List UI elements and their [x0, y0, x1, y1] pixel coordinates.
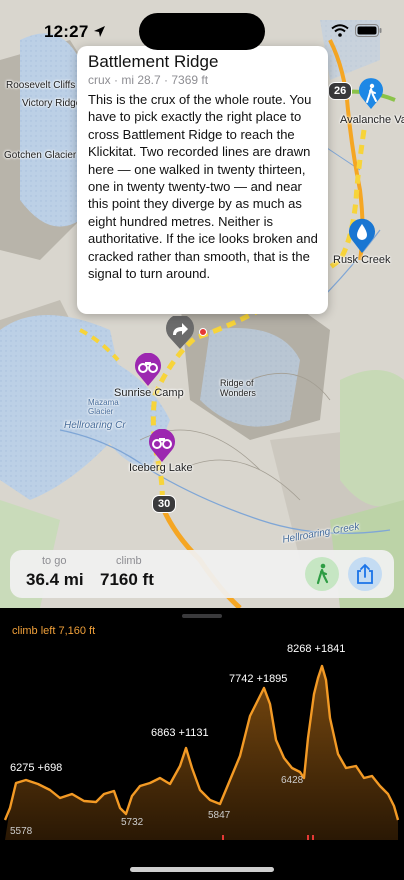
to-go-stat: to go 36.4 mi [26, 555, 84, 590]
status-time: 12:27 [44, 22, 106, 42]
climb-label: climb [116, 555, 142, 567]
card-description: This is the crux of the whole route. You… [88, 92, 318, 282]
dynamic-island [139, 13, 265, 50]
to-go-value: 36.4 mi [26, 570, 84, 589]
map-label-ridge-of-wonders: Ridge of Wonders [220, 378, 256, 398]
peak-label: 8268 +1841 [287, 643, 345, 655]
hiker-icon [316, 563, 329, 585]
low-label: 6428 [281, 775, 304, 786]
home-indicator[interactable] [130, 867, 274, 872]
waypoint-info-card[interactable]: Battlement Ridge crux · mi 28.7 · 7369 f… [77, 46, 328, 314]
card-title: Battlement Ridge [88, 52, 219, 71]
elevation-area [5, 666, 398, 840]
position-tick [307, 835, 309, 840]
battery-icon [355, 24, 382, 37]
peak-label: 7742 +1895 [229, 673, 287, 685]
status-bar: 12:27 [0, 0, 404, 54]
elevation-panel[interactable]: climb left 7,160 ft 6275 +698 6863 +1131… [0, 608, 404, 880]
map-label-avalanche: Avalanche Va [340, 114, 404, 126]
hiker-icon[interactable] [357, 78, 385, 115]
app-screen: Roosevelt Cliffs Victory Ridge Gotchen G… [0, 0, 404, 880]
turn-arrow-icon[interactable] [164, 314, 196, 355]
low-label: 5578 [10, 826, 33, 837]
map-view[interactable]: Roosevelt Cliffs Victory Ridge Gotchen G… [0, 0, 404, 608]
low-label: 5847 [208, 810, 231, 821]
mile-marker: 26 [328, 82, 353, 100]
hike-mode-button[interactable] [305, 557, 339, 591]
position-tick [222, 835, 224, 840]
climb-stat: climb 7160 ft [100, 555, 154, 590]
crux-point-marker [198, 324, 208, 342]
map-label-mazama-glacier: Mazama Glacier [88, 398, 119, 416]
water-drop-icon[interactable] [347, 218, 377, 259]
map-label-hellroaring-creek-1: Hellroaring Cr [64, 420, 126, 431]
map-label-roosevelt-cliffs: Roosevelt Cliffs [6, 80, 76, 91]
card-subtitle: crux · mi 28.7 · 7369 ft [88, 73, 209, 87]
map-label-rusk-creek: Rusk Creek [333, 254, 391, 266]
share-icon [357, 563, 373, 584]
route-stats-bar: to go 36.4 mi climb 7160 ft [10, 550, 394, 598]
elevation-profile-chart[interactable]: 6275 +698 6863 +1131 7742 +1895 8268 +18… [0, 608, 404, 880]
map-label-sunrise-camp: Sunrise Camp [114, 387, 184, 399]
share-button[interactable] [348, 557, 382, 591]
status-icons [331, 24, 382, 37]
to-go-label: to go [42, 555, 67, 567]
wifi-icon [331, 24, 349, 37]
climb-value: 7160 ft [100, 570, 154, 589]
peak-label: 6863 +1131 [151, 727, 209, 739]
map-label-gotchen-glacier: Gotchen Glacier [4, 150, 77, 161]
mile-marker: 30 [152, 495, 177, 513]
location-arrow-icon [94, 26, 106, 37]
position-tick [312, 835, 314, 840]
map-label-iceberg-lake: Iceberg Lake [129, 462, 193, 474]
peak-label: 6275 +698 [10, 762, 62, 774]
map-label-victory-ridge: Victory Ridge [22, 98, 82, 109]
low-label: 5732 [121, 817, 144, 828]
